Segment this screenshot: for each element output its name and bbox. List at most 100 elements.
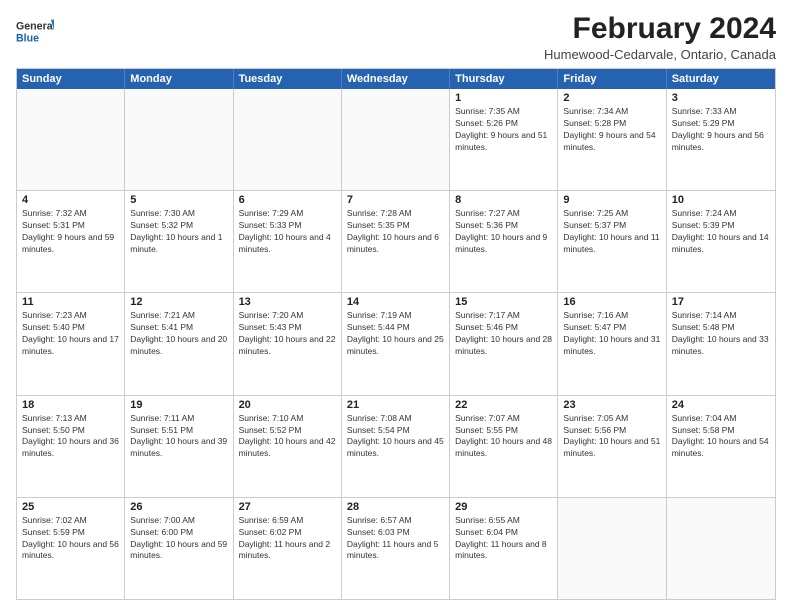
day-info: Sunrise: 7:35 AMSunset: 5:26 PMDaylight:… (455, 106, 552, 154)
cal-cell-25: 25 Sunrise: 7:02 AMSunset: 5:59 PMDayligh… (17, 498, 125, 599)
day-number: 29 (455, 501, 552, 513)
day-number: 13 (239, 296, 336, 308)
day-number: 27 (239, 501, 336, 513)
cal-cell-2: 2Sunrise: 7:34 AMSunset: 5:28 PMDaylight… (558, 89, 666, 190)
subtitle: Humewood-Cedarvale, Ontario, Canada (544, 47, 776, 62)
day-info: Sunrise: 7:32 AMSunset: 5:31 PMDaylight:… (22, 208, 119, 256)
day-number: 22 (455, 399, 552, 411)
cal-cell-3: 3 Sunrise: 7:33 AMSunset: 5:29 PMDaylight… (667, 89, 775, 190)
day-number: 15 (455, 296, 552, 308)
cal-cell-4: 4 Sunrise: 7:32 AMSunset: 5:31 PMDaylight… (17, 191, 125, 292)
day-number: 23 (563, 399, 660, 411)
day-number: 25 (22, 501, 119, 513)
day-number: 7 (347, 194, 444, 206)
logo-svg: General Blue (16, 12, 54, 50)
day-info: Sunrise: 7:34 AMSunset: 5:28 PMDaylight:… (563, 106, 660, 154)
day-info: Sunrise: 7:20 AMSunset: 5:43 PMDaylight:… (239, 310, 336, 358)
day-number: 5 (130, 194, 227, 206)
day-number: 24 (672, 399, 770, 411)
day-info: Sunrise: 7:16 AMSunset: 5:47 PMDaylight:… (563, 310, 660, 358)
day-info: Sunrise: 6:57 AMSunset: 6:03 PMDaylight:… (347, 515, 444, 563)
page-header: General Blue February 2024 Humewood-Ceda… (16, 12, 776, 62)
day-info: Sunrise: 7:10 AMSunset: 5:52 PMDaylight:… (239, 413, 336, 461)
week-row-3: 11Sunrise: 7:23 AMSunset: 5:40 PMDayligh… (17, 293, 775, 395)
cal-cell-8: 8 Sunrise: 7:27 AMSunset: 5:36 PMDaylight… (450, 191, 558, 292)
cal-cell-empty-4-5 (558, 498, 666, 599)
cal-cell-14: 14 Sunrise: 7:19 AMSunset: 5:44 PMDayligh… (342, 293, 450, 394)
day-info: Sunrise: 7:28 AMSunset: 5:35 PMDaylight:… (347, 208, 444, 256)
day-info: Sunrise: 7:29 AMSunset: 5:33 PMDaylight:… (239, 208, 336, 256)
cal-cell-21: 21Sunrise: 7:08 AMSunset: 5:54 PMDayligh… (342, 396, 450, 497)
cal-cell-28: 28 Sunrise: 6:57 AMSunset: 6:03 PMDayligh… (342, 498, 450, 599)
cal-cell-empty-0-3 (342, 89, 450, 190)
cal-cell-13: 13 Sunrise: 7:20 AMSunset: 5:43 PMDayligh… (234, 293, 342, 394)
cal-cell-23: 23 Sunrise: 7:05 AMSunset: 5:56 PMDayligh… (558, 396, 666, 497)
day-number: 16 (563, 296, 660, 308)
day-info: Sunrise: 7:02 AMSunset: 5:59 PMDaylight:… (22, 515, 119, 563)
day-number: 4 (22, 194, 119, 206)
day-info: Sunrise: 7:05 AMSunset: 5:56 PMDaylight:… (563, 413, 660, 461)
week-row-5: 25 Sunrise: 7:02 AMSunset: 5:59 PMDayligh… (17, 498, 775, 599)
day-header-tuesday: Tuesday (234, 69, 342, 89)
day-number: 11 (22, 296, 119, 308)
cal-cell-19: 19 Sunrise: 7:11 AMSunset: 5:51 PMDayligh… (125, 396, 233, 497)
day-info: Sunrise: 7:04 AMSunset: 5:58 PMDaylight:… (672, 413, 770, 461)
day-info: Sunrise: 7:27 AMSunset: 5:36 PMDaylight:… (455, 208, 552, 256)
cal-cell-5: 5Sunrise: 7:30 AMSunset: 5:32 PMDaylight… (125, 191, 233, 292)
cal-cell-26: 26Sunrise: 7:00 AMSunset: 6:00 PMDayligh… (125, 498, 233, 599)
cal-cell-17: 17 Sunrise: 7:14 AMSunset: 5:48 PMDayligh… (667, 293, 775, 394)
day-info: Sunrise: 7:25 AMSunset: 5:37 PMDaylight:… (563, 208, 660, 256)
cal-cell-6: 6 Sunrise: 7:29 AMSunset: 5:33 PMDaylight… (234, 191, 342, 292)
day-number: 20 (239, 399, 336, 411)
day-info: Sunrise: 7:14 AMSunset: 5:48 PMDaylight:… (672, 310, 770, 358)
day-info: Sunrise: 7:33 AMSunset: 5:29 PMDaylight:… (672, 106, 770, 154)
title-block: February 2024 Humewood-Cedarvale, Ontari… (544, 12, 776, 62)
logo: General Blue (16, 12, 54, 50)
cal-cell-1: 1 Sunrise: 7:35 AMSunset: 5:26 PMDaylight… (450, 89, 558, 190)
day-number: 3 (672, 92, 770, 104)
day-number: 10 (672, 194, 770, 206)
cal-cell-empty-0-0 (17, 89, 125, 190)
svg-text:Blue: Blue (16, 33, 39, 45)
calendar: SundayMondayTuesdayWednesdayThursdayFrid… (16, 68, 776, 600)
day-number: 18 (22, 399, 119, 411)
week-row-4: 18Sunrise: 7:13 AMSunset: 5:50 PMDayligh… (17, 396, 775, 498)
day-info: Sunrise: 7:19 AMSunset: 5:44 PMDaylight:… (347, 310, 444, 358)
day-number: 1 (455, 92, 552, 104)
cal-cell-empty-4-6 (667, 498, 775, 599)
svg-text:General: General (16, 20, 54, 32)
day-number: 12 (130, 296, 227, 308)
day-header-sunday: Sunday (17, 69, 125, 89)
cal-cell-7: 7 Sunrise: 7:28 AMSunset: 5:35 PMDaylight… (342, 191, 450, 292)
cal-cell-22: 22 Sunrise: 7:07 AMSunset: 5:55 PMDayligh… (450, 396, 558, 497)
day-header-wednesday: Wednesday (342, 69, 450, 89)
cal-cell-empty-0-2 (234, 89, 342, 190)
day-number: 8 (455, 194, 552, 206)
day-info: Sunrise: 7:07 AMSunset: 5:55 PMDaylight:… (455, 413, 552, 461)
cal-cell-27: 27 Sunrise: 6:59 AMSunset: 6:02 PMDayligh… (234, 498, 342, 599)
day-number: 19 (130, 399, 227, 411)
day-info: Sunrise: 7:11 AMSunset: 5:51 PMDaylight:… (130, 413, 227, 461)
day-number: 6 (239, 194, 336, 206)
cal-cell-9: 9 Sunrise: 7:25 AMSunset: 5:37 PMDaylight… (558, 191, 666, 292)
day-header-saturday: Saturday (667, 69, 775, 89)
cal-cell-10: 10Sunrise: 7:24 AMSunset: 5:39 PMDayligh… (667, 191, 775, 292)
day-info: Sunrise: 7:17 AMSunset: 5:46 PMDaylight:… (455, 310, 552, 358)
cal-cell-16: 16 Sunrise: 7:16 AMSunset: 5:47 PMDayligh… (558, 293, 666, 394)
day-number: 14 (347, 296, 444, 308)
day-number: 28 (347, 501, 444, 513)
cal-cell-29: 29Sunrise: 6:55 AMSunset: 6:04 PMDayligh… (450, 498, 558, 599)
day-number: 9 (563, 194, 660, 206)
cal-cell-12: 12 Sunrise: 7:21 AMSunset: 5:41 PMDayligh… (125, 293, 233, 394)
day-info: Sunrise: 7:21 AMSunset: 5:41 PMDaylight:… (130, 310, 227, 358)
day-number: 17 (672, 296, 770, 308)
cal-cell-24: 24 Sunrise: 7:04 AMSunset: 5:58 PMDayligh… (667, 396, 775, 497)
calendar-header: SundayMondayTuesdayWednesdayThursdayFrid… (17, 69, 775, 89)
day-info: Sunrise: 6:59 AMSunset: 6:02 PMDaylight:… (239, 515, 336, 563)
cal-cell-11: 11Sunrise: 7:23 AMSunset: 5:40 PMDayligh… (17, 293, 125, 394)
cal-cell-20: 20 Sunrise: 7:10 AMSunset: 5:52 PMDayligh… (234, 396, 342, 497)
cal-cell-18: 18Sunrise: 7:13 AMSunset: 5:50 PMDayligh… (17, 396, 125, 497)
day-header-friday: Friday (558, 69, 666, 89)
day-number: 26 (130, 501, 227, 513)
calendar-body: 1 Sunrise: 7:35 AMSunset: 5:26 PMDaylight… (17, 89, 775, 599)
